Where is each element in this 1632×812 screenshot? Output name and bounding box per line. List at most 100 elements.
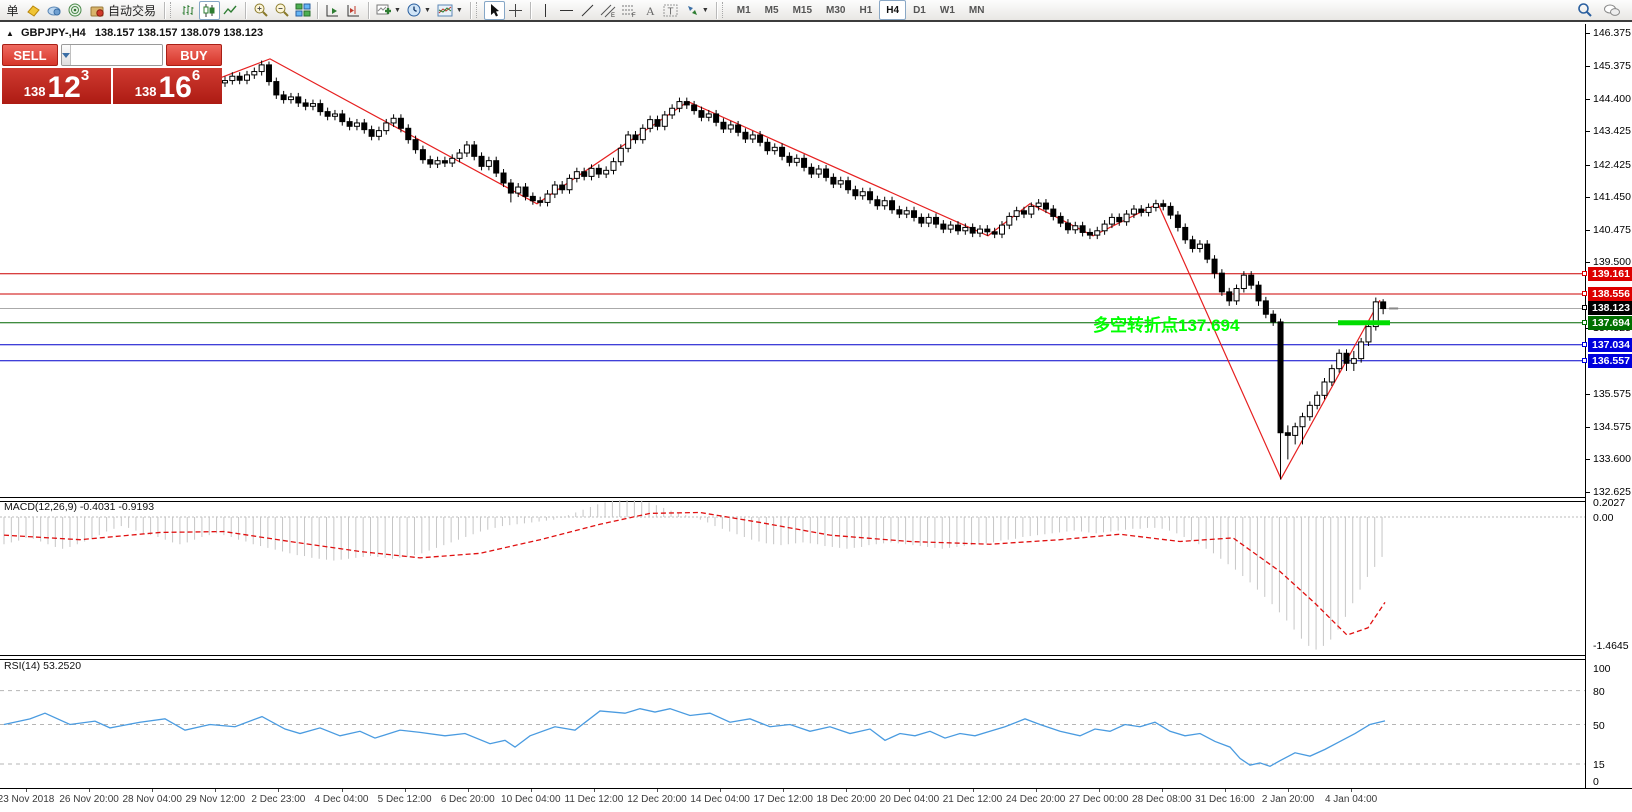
chart-header: ▲ GBPJPY-,H4 138.157 138.157 138.079 138…	[6, 27, 263, 39]
main-chart-canvas[interactable]	[0, 24, 1585, 498]
price-tick-label: 146.375	[1593, 27, 1631, 39]
time-tick	[720, 789, 722, 792]
line-chart-button[interactable]	[220, 1, 241, 20]
timeframe-m1-button[interactable]: M1	[730, 0, 758, 20]
new-order-button[interactable]: 单	[2, 1, 23, 20]
time-tick-label: 4 Jan 04:00	[1324, 794, 1378, 805]
crosshair-button[interactable]	[505, 1, 526, 20]
auto-scroll-button[interactable]	[322, 1, 343, 20]
sell-button[interactable]: SELL	[2, 44, 58, 66]
one-click-trading-panel: SELL BUY 138 12 3 138 16 6	[2, 44, 222, 104]
price-tick-label: 140.475	[1593, 223, 1631, 236]
rsi-scale-label: 15	[1593, 759, 1605, 772]
timeframe-m30-button[interactable]: M30	[819, 0, 852, 20]
chat-icon[interactable]	[1601, 1, 1622, 20]
timeframe-m15-button[interactable]: M15	[786, 0, 819, 20]
trendline-button[interactable]	[577, 1, 598, 20]
time-tick	[467, 789, 469, 792]
templates-button[interactable]: ▼	[434, 1, 466, 20]
time-tick	[1288, 789, 1289, 792]
price-tick	[1586, 197, 1590, 199]
autotrading-icon	[90, 6, 104, 17]
timeframe-h4-button[interactable]: H4	[879, 0, 907, 20]
text-button[interactable]: A	[640, 1, 661, 20]
price-scale[interactable]: 146.375 145.375 144.400 143.425 142.425 141.4…	[1582, 24, 1632, 788]
line-anchor-square	[1582, 357, 1587, 363]
horizontal-line-button[interactable]	[556, 1, 577, 20]
rsi-name: RSI(14)	[4, 660, 41, 672]
chart-shift-button[interactable]	[343, 1, 364, 20]
price-tick	[1586, 98, 1590, 100]
toolbar-separator	[245, 1, 247, 19]
timeframe-mn-button[interactable]: MN	[962, 0, 992, 20]
price-level-label: 139.161	[1582, 266, 1632, 281]
time-tick-label: 28 Nov 04:00	[122, 794, 182, 805]
volume-input[interactable]	[71, 45, 162, 65]
macd-signal-value: -0.9193	[118, 501, 155, 513]
symbol-collapse-icon[interactable]: ▲	[6, 29, 14, 38]
radar-icon[interactable]	[65, 1, 86, 20]
line-anchor-square	[1582, 319, 1587, 325]
macd-canvas[interactable]	[0, 500, 1585, 656]
price-tick	[1586, 491, 1590, 493]
price-tick	[1586, 426, 1590, 428]
signals-icon[interactable]	[44, 1, 65, 20]
svg-text:E: E	[611, 13, 615, 18]
rsi-canvas[interactable]	[0, 659, 1585, 788]
fibonacci-button[interactable]: F	[619, 1, 640, 20]
equidistant-channel-button[interactable]: E	[598, 1, 619, 20]
toolbar-grip	[170, 2, 175, 18]
price-level-label: 138.123	[1582, 301, 1632, 316]
triangle-down-icon	[62, 52, 70, 58]
time-tick	[846, 789, 848, 792]
timeframe-m5-button[interactable]: M5	[758, 0, 786, 20]
cursor-button[interactable]	[483, 0, 505, 20]
time-tick-label: 31 Dec 16:00	[1195, 794, 1255, 805]
time-tick-label: 14 Dec 04:00	[690, 794, 750, 805]
timeframe-w1-button[interactable]: W1	[933, 0, 962, 20]
tile-windows-button[interactable]	[292, 1, 313, 20]
buy-price-box[interactable]: 138 16 6	[113, 68, 222, 104]
time-axis[interactable]: 23 Nov 2018 26 Nov 20:00 28 Nov 04:00 29 No…	[0, 788, 1632, 812]
macd-label: MACD(12,26,9) -0.4031 -0.9193	[4, 501, 154, 513]
new-order-label: 单	[6, 3, 19, 18]
new-chart-button[interactable]: ▼	[373, 1, 404, 20]
time-tick-label: 26 Nov 20:00	[59, 794, 119, 805]
svg-text:F: F	[632, 13, 636, 18]
volume-stepper	[61, 44, 163, 66]
timeframe-d1-button[interactable]: D1	[906, 0, 933, 20]
price-level-label: 138.556	[1582, 286, 1632, 301]
sell-price-box[interactable]: 138 12 3	[2, 68, 111, 104]
candlestick-chart-button[interactable]	[199, 0, 221, 20]
buy-price-small: 138	[134, 84, 157, 99]
time-tick-label: 2 Jan 20:00	[1261, 794, 1315, 805]
toolbar-separator	[469, 1, 471, 19]
bar-chart-button[interactable]	[178, 1, 199, 20]
macd-scale-label: 0.2027	[1593, 497, 1626, 509]
buy-price-sup: 6	[191, 67, 201, 84]
sell-price-small: 138	[23, 84, 46, 99]
rsi-scale-label: 0	[1593, 776, 1599, 788]
periods-button[interactable]: ▼	[404, 1, 434, 20]
search-icon[interactable]	[1574, 1, 1595, 20]
dropdown-caret-icon: ▼	[423, 6, 431, 14]
text-label-button[interactable]: T	[661, 1, 682, 20]
new-order-icon[interactable]	[23, 1, 44, 20]
svg-text:A: A	[646, 4, 655, 18]
buy-button[interactable]: BUY	[166, 44, 222, 66]
zoom-out-button[interactable]	[271, 1, 292, 20]
rsi-value: 53.2520	[43, 660, 82, 672]
vertical-line-button[interactable]	[535, 1, 556, 20]
time-tick-label: 28 Dec 08:00	[1132, 794, 1192, 805]
macd-main-value: -0.4031	[79, 501, 116, 513]
toolbar-separator	[529, 1, 531, 19]
zoom-in-button[interactable]	[250, 1, 271, 20]
autotrading-button[interactable]: 自动交易	[86, 1, 160, 20]
volume-decrease-button[interactable]	[62, 45, 71, 65]
dropdown-caret-icon: ▼	[701, 6, 709, 14]
timeframe-h1-button[interactable]: H1	[852, 0, 879, 20]
arrows-button[interactable]: ▼	[682, 1, 712, 20]
ohlc-values: 138.157 138.157 138.079 138.123	[94, 27, 264, 39]
toolbar-separator	[368, 1, 370, 19]
time-tick	[278, 789, 280, 792]
